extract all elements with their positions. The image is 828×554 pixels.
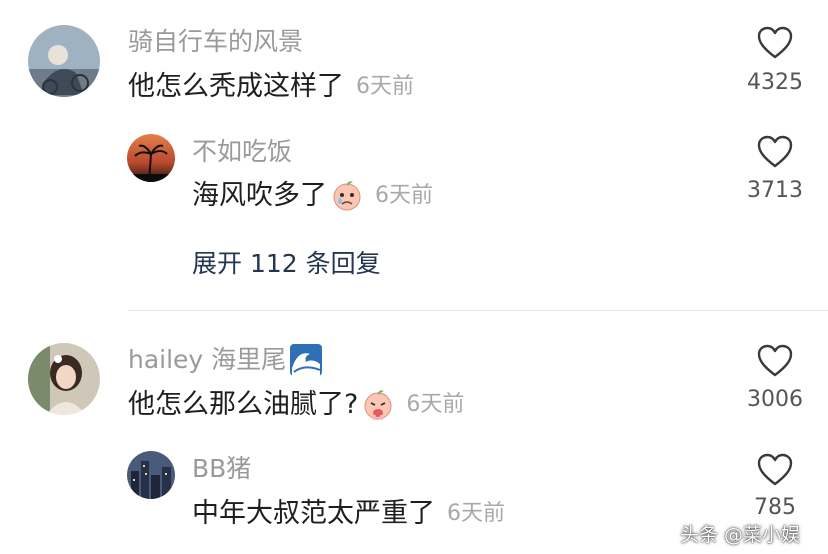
like-count: 3006 [747,387,803,412]
avatar[interactable] [28,343,100,415]
comment-body: 他怎么秃成这样了 6天前 [128,70,414,104]
like-button[interactable] [757,453,793,487]
avatar[interactable] [28,25,100,97]
heart-icon [757,344,793,377]
user-avatar-city-night-icon [127,451,175,499]
reply-username[interactable]: 不如吃饭 [192,136,292,168]
reply-username[interactable]: BB猪 [192,453,251,485]
like-count: 3713 [747,178,803,203]
avatar[interactable] [127,451,175,499]
user-avatar-sunset-palm-icon [127,134,175,182]
wave-emoji-icon [290,344,323,376]
vomiting-face-emoji-icon [362,389,394,421]
reply-time: 6天前 [447,501,505,526]
comment-username-row[interactable]: hailey 海里尾 [128,344,323,376]
comment-time: 6天前 [406,392,465,417]
comment-body: 他怎么那么油腻了? 6天前 [128,388,464,422]
crying-face-emoji-icon [331,180,363,212]
heart-icon [757,26,793,59]
reply-text: 海风吹多了 [192,180,327,211]
heart-icon [757,135,793,168]
avatar[interactable] [127,134,175,182]
like-button[interactable] [757,26,793,60]
reply-time: 6天前 [375,183,433,208]
like-count: 785 [754,495,796,520]
expand-replies-button[interactable]: 展开 112 条回复 [192,244,381,280]
comment-username[interactable]: 骑自行车的风景 [128,26,303,58]
comment-text: 他怎么那么油腻了? [128,389,359,420]
user-avatar-bicycle-icon [28,25,100,97]
reply-body: 海风吹多了 6天前 [192,179,433,213]
comment-text: 他怎么秃成这样了 [128,71,344,102]
user-avatar-girl-icon [28,343,100,415]
reply-text: 中年大叔范太严重了 [192,498,435,529]
watermark: 头条 @菜小娱 [680,524,801,546]
comment-username: hailey 海里尾 [128,345,287,374]
heart-icon [757,453,793,486]
like-button[interactable] [757,135,793,169]
divider [128,310,828,311]
reply-body: 中年大叔范太严重了 6天前 [192,497,505,531]
like-count: 4325 [747,70,803,95]
like-button[interactable] [757,344,793,378]
comment-list: 骑自行车的风景 他怎么秃成这样了 6天前 4325 不如吃饭 海风吹多了 6天前… [0,0,828,554]
comment-time: 6天前 [356,74,414,99]
